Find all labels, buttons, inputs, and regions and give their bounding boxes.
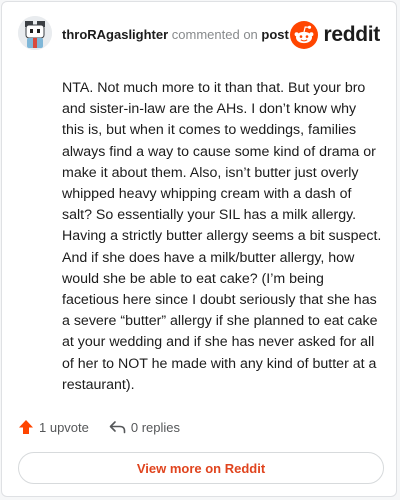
upvote-arrow-icon [19, 420, 33, 434]
comment-header: throRAgaslighter commented on post [62, 27, 289, 42]
comment-footer: 1 upvote 0 replies [18, 419, 180, 435]
username-link[interactable]: throRAgaslighter [62, 27, 168, 42]
replies-button[interactable]: 0 replies [109, 419, 180, 435]
avatar[interactable] [18, 16, 52, 50]
post-link[interactable]: post [261, 27, 288, 42]
reddit-alien-icon [290, 21, 319, 49]
action-text: commented on [171, 27, 258, 42]
avatar-image [18, 16, 52, 50]
view-more-button[interactable]: View more on Reddit [18, 452, 384, 484]
reply-arrow-icon [109, 421, 126, 434]
reddit-wordmark: reddit [323, 23, 380, 46]
upvote-count: 1 upvote [39, 419, 89, 435]
replies-count: 0 replies [130, 419, 181, 435]
comment-card: throRAgaslighter commented on post reddi… [1, 1, 397, 497]
reddit-logo[interactable]: reddit [290, 21, 380, 49]
comment-body: NTA. Not much more to it than that. But … [62, 80, 382, 393]
upvote-button[interactable]: 1 upvote [18, 419, 89, 435]
